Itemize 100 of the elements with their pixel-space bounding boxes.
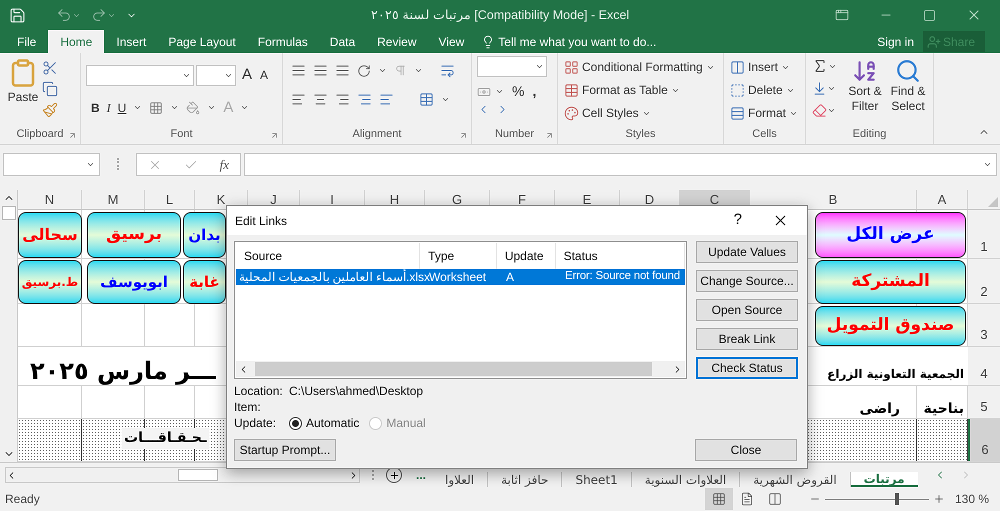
zoom-level[interactable]: 130 % — [954, 490, 989, 508]
ribbon-options-icon[interactable] — [835, 8, 849, 22]
dialog-button[interactable]: Change Source... — [696, 270, 798, 292]
align-right-icon[interactable] — [335, 92, 350, 107]
top-align-icon[interactable] — [291, 63, 306, 78]
scroll-thumb[interactable] — [2, 206, 16, 220]
column-header[interactable]: L — [145, 190, 195, 209]
ribbon-tab[interactable]: File — [6, 30, 48, 53]
paste-button[interactable]: Paste — [4, 58, 42, 106]
scroll-thumb[interactable] — [178, 469, 218, 481]
shape-button[interactable]: بدان — [183, 212, 226, 258]
shrink-font-button[interactable]: A — [260, 66, 268, 84]
insert-function-button[interactable]: fx — [220, 154, 230, 174]
comma-button[interactable]: , — [532, 81, 536, 102]
sign-in-link[interactable]: Sign in — [877, 30, 914, 53]
dialog-button[interactable]: Update Values — [696, 241, 798, 263]
insert-cells-icon[interactable] — [730, 60, 745, 74]
formula-field[interactable] — [244, 153, 997, 176]
cell-styles-icon[interactable] — [564, 106, 579, 120]
caret-icon[interactable] — [414, 66, 423, 75]
undo-icon[interactable] — [56, 7, 72, 23]
ribbon-command[interactable]: Conditional Formatting — [582, 58, 703, 76]
caret-icon[interactable] — [441, 95, 450, 104]
shape-button[interactable]: عرض الكل — [815, 212, 966, 258]
horizontal-scrollbar[interactable] — [5, 467, 360, 483]
scroll-thumb[interactable] — [255, 362, 652, 376]
font-name-field[interactable] — [86, 64, 194, 86]
zoom-thumb[interactable] — [894, 493, 899, 505]
dialog-button[interactable]: Check Status — [696, 357, 798, 379]
find-select-button[interactable]: Find & Select — [886, 58, 930, 114]
eraser-icon[interactable] — [812, 103, 827, 118]
startup-prompt-button[interactable]: Startup Prompt... — [234, 439, 336, 461]
row-header[interactable]: 3 — [968, 304, 1000, 346]
caret-icon[interactable] — [827, 106, 836, 115]
align-left-icon[interactable] — [291, 92, 306, 107]
ribbon-command[interactable]: Insert — [748, 58, 778, 76]
number-format-field[interactable] — [477, 56, 547, 77]
row-header[interactable]: 5 — [968, 386, 1000, 418]
dialog-button[interactable]: Open Source — [696, 299, 798, 321]
help-button[interactable]: ? — [734, 209, 742, 232]
fill-color-icon[interactable] — [186, 100, 200, 115]
ribbon-tab[interactable]: Page Layout — [157, 30, 247, 53]
format-cells-icon[interactable] — [730, 106, 745, 120]
dialog-launcher-icon[interactable] — [545, 131, 554, 140]
orientation-icon[interactable] — [357, 64, 371, 78]
grow-font-button[interactable]: A — [242, 64, 252, 86]
copy-icon[interactable] — [42, 81, 58, 97]
ribbon-command[interactable]: Format — [748, 104, 786, 122]
bold-button[interactable]: B — [91, 98, 100, 117]
ribbon-command[interactable]: Format as Table — [582, 81, 668, 99]
italic-button[interactable]: I — [106, 98, 111, 117]
middle-align-icon[interactable] — [313, 63, 328, 78]
ribbon-command[interactable]: Cell Styles — [582, 104, 639, 122]
dialog-launcher-icon[interactable] — [459, 131, 468, 140]
column-header[interactable]: M — [82, 190, 145, 209]
row-header[interactable]: 1 — [968, 210, 1000, 258]
dialog-launcher-icon[interactable] — [68, 131, 77, 140]
caret-icon[interactable] — [983, 160, 992, 169]
column-header[interactable]: A — [917, 190, 968, 209]
ribbon-tab[interactable]: Insert — [105, 30, 158, 53]
ribbon-tab[interactable]: Data — [318, 30, 366, 53]
sort-filter-button[interactable]: Sort & Filter — [844, 58, 886, 114]
dialog-launcher-icon[interactable] — [270, 131, 279, 140]
dialog-button[interactable]: Break Link — [696, 328, 798, 350]
vertical-scrollbar[interactable] — [0, 190, 18, 462]
tell-me-field[interactable]: Tell me what you want to do... — [498, 32, 656, 50]
redo-icon[interactable] — [91, 7, 107, 23]
maximize-icon[interactable] — [923, 8, 936, 22]
ribbon-tab[interactable]: Home — [48, 30, 104, 53]
column-header[interactable]: N — [18, 190, 82, 209]
zoom-slider[interactable] — [824, 493, 929, 505]
font-size-field[interactable] — [196, 64, 236, 86]
radio-option[interactable]: Automatic — [289, 415, 360, 431]
caret-icon[interactable] — [86, 160, 95, 169]
ribbon-tab[interactable]: View — [428, 30, 476, 53]
ribbon-tab[interactable]: Review — [366, 30, 428, 53]
row-header[interactable]: 2 — [968, 259, 1000, 303]
cut-icon[interactable] — [42, 60, 58, 76]
caret-icon[interactable] — [378, 66, 387, 75]
underline-button[interactable]: U — [118, 98, 126, 117]
bottom-align-icon[interactable] — [335, 63, 350, 78]
shape-button[interactable]: ابويوسف — [87, 260, 181, 304]
wrap-text-icon[interactable] — [440, 63, 455, 78]
horizontal-scrollbar[interactable] — [236, 361, 685, 377]
caret-icon[interactable] — [827, 84, 836, 93]
format-painter-icon[interactable] — [42, 102, 58, 118]
zoom-in-icon[interactable] — [932, 493, 945, 505]
sheet-tab[interactable]: مرتبات — [850, 472, 918, 487]
caret-icon[interactable] — [495, 87, 504, 96]
save-icon[interactable] — [9, 6, 26, 24]
row-header[interactable]: 4 — [968, 347, 1000, 385]
table-icon[interactable] — [564, 82, 579, 98]
view-button[interactable] — [704, 488, 733, 510]
close-button[interactable]: Close — [695, 439, 797, 461]
ribbon-tab[interactable]: Formulas — [246, 30, 319, 53]
borders-icon[interactable] — [149, 100, 164, 115]
conditional-formatting-icon[interactable] — [564, 60, 579, 74]
align-center-icon[interactable] — [313, 92, 328, 107]
percent-button[interactable]: % — [512, 81, 524, 102]
fill-icon[interactable] — [812, 81, 827, 96]
